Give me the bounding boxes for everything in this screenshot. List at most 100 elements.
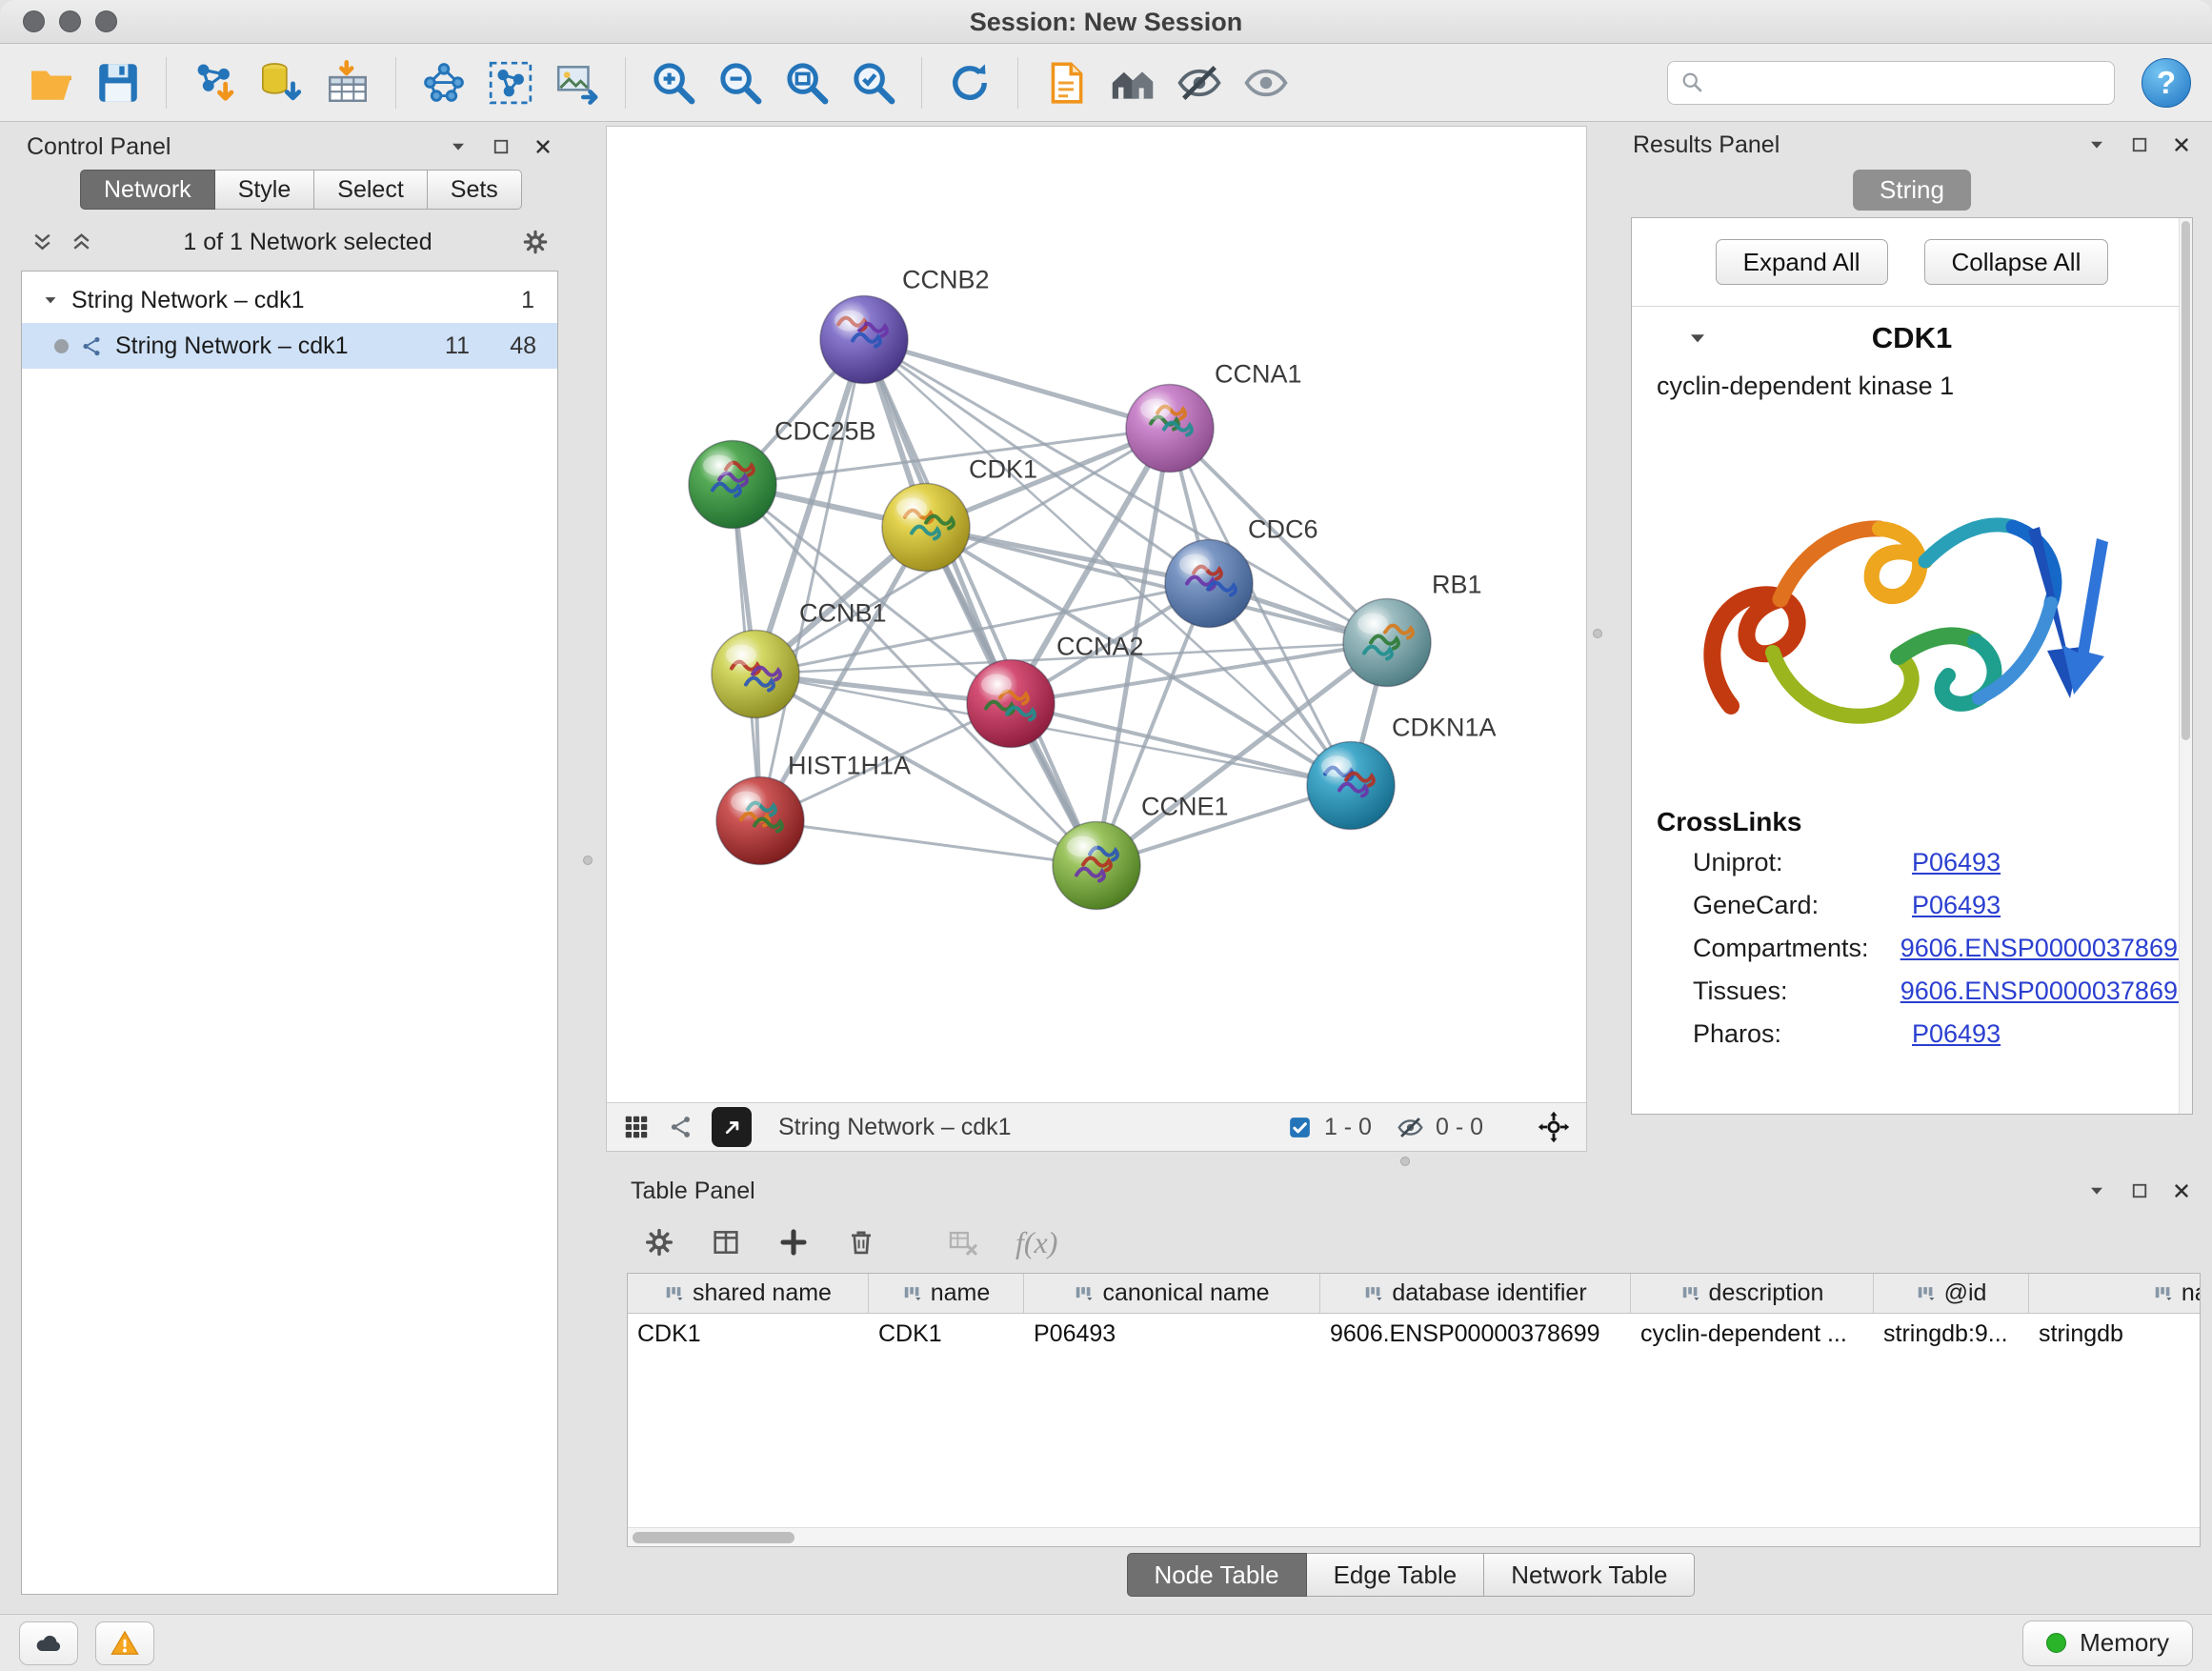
- selected-items-icon[interactable]: [1287, 1115, 1313, 1140]
- search-input[interactable]: [1715, 69, 2102, 96]
- collapse-gene-section-icon[interactable]: [1685, 326, 1710, 351]
- network-overview-icon[interactable]: [668, 1114, 694, 1140]
- expand-all-button[interactable]: Expand All: [1716, 239, 1888, 285]
- float-panel-icon[interactable]: [492, 137, 511, 156]
- node-label: CCNB2: [902, 266, 990, 294]
- delete-column-icon[interactable]: [846, 1227, 876, 1258]
- zoom-in-button[interactable]: [643, 52, 704, 113]
- tab-network[interactable]: Network: [80, 170, 215, 210]
- scrollbar-thumb[interactable]: [633, 1532, 794, 1543]
- help-button[interactable]: ?: [2142, 58, 2191, 108]
- network-collection-row[interactable]: String Network – cdk1 1: [22, 277, 557, 323]
- birdseye-grid-icon[interactable]: [622, 1113, 651, 1141]
- network-node-CDKN1A[interactable]: CDKN1A: [1307, 714, 1497, 830]
- export-network-image-button[interactable]: [547, 52, 608, 113]
- apply-layout-button[interactable]: [939, 52, 1000, 113]
- collapse-all-networks-icon[interactable]: [30, 231, 54, 254]
- string-document-button[interactable]: [1036, 52, 1096, 113]
- crosslink-uniprot-link[interactable]: P06493: [1912, 848, 2001, 877]
- collapse-all-button[interactable]: Collapse All: [1924, 239, 2109, 285]
- crosslink-tissues-link[interactable]: 9606.ENSP00000378699: [1900, 976, 2192, 1006]
- network-graph[interactable]: CCNB2CCNA1CDC25BCDK1CDC6RB1CCNB1CCNA2CDK…: [607, 127, 1586, 1102]
- column-header-shared-name[interactable]: shared name: [628, 1274, 869, 1313]
- tab-node-table[interactable]: Node Table: [1127, 1553, 1307, 1597]
- show-columns-icon[interactable]: [711, 1227, 741, 1258]
- expand-all-networks-icon[interactable]: [70, 231, 93, 254]
- panel-menu-icon[interactable]: [2086, 134, 2107, 155]
- zoom-out-button[interactable]: [710, 52, 771, 113]
- network-options-gear-icon[interactable]: [522, 229, 549, 255]
- apply-layout-icon: [946, 59, 994, 107]
- network-edge[interactable]: [760, 340, 864, 821]
- network-node-CCNA1[interactable]: CCNA1: [1126, 360, 1302, 473]
- close-panel-icon[interactable]: [2172, 135, 2191, 154]
- memory-button[interactable]: Memory: [2022, 1621, 2193, 1666]
- bottom-splitter-grip[interactable]: [1400, 1157, 1410, 1166]
- hidden-counts: 0 - 0: [1436, 1114, 1483, 1141]
- annotation-mode-button[interactable]: [712, 1107, 752, 1147]
- column-header-name[interactable]: name: [869, 1274, 1024, 1313]
- table-horizontal-scrollbar[interactable]: [628, 1527, 2200, 1546]
- network-edge[interactable]: [864, 340, 1170, 429]
- network-node-CCNB2[interactable]: CCNB2: [820, 266, 990, 384]
- string-tab-badge[interactable]: String: [1853, 170, 1971, 211]
- network-node-RB1[interactable]: RB1: [1343, 571, 1482, 687]
- import-table-from-file-button[interactable]: [317, 52, 378, 113]
- pan-mode-icon[interactable]: [1537, 1110, 1571, 1144]
- toolbar-separator: [625, 57, 626, 109]
- import-network-from-database-button[interactable]: [251, 52, 312, 113]
- collection-expander-icon[interactable]: [41, 291, 60, 310]
- network-edge[interactable]: [760, 821, 1096, 866]
- zoom-selected-region-button[interactable]: [843, 52, 904, 113]
- tab-sets[interactable]: Sets: [428, 170, 522, 210]
- crosslink-compartments-link[interactable]: 9606.ENSP00000378699: [1900, 934, 2192, 963]
- string-show-images-button[interactable]: [1236, 52, 1297, 113]
- create-column-icon[interactable]: [777, 1226, 810, 1258]
- tab-style[interactable]: Style: [215, 170, 315, 210]
- function-builder-button[interactable]: f(x): [1016, 1225, 1057, 1260]
- close-panel-icon[interactable]: [2172, 1181, 2191, 1200]
- string-home-button[interactable]: [1102, 52, 1163, 113]
- save-session-button[interactable]: [88, 52, 149, 113]
- crosslink-genecard-link[interactable]: P06493: [1912, 891, 2001, 920]
- column-header-description[interactable]: description: [1631, 1274, 1874, 1313]
- column-label: @id: [1944, 1279, 1987, 1307]
- cloud-status-button[interactable]: [19, 1621, 78, 1665]
- new-network-button[interactable]: [413, 52, 474, 113]
- network-node-HIST1H1A[interactable]: HIST1H1A: [716, 752, 911, 865]
- hidden-items-eye-icon[interactable]: [1397, 1114, 1424, 1141]
- float-panel-icon[interactable]: [2130, 1181, 2149, 1200]
- column-header-database-identifier[interactable]: database identifier: [1320, 1274, 1631, 1313]
- network-canvas[interactable]: CCNB2CCNA1CDC25BCDK1CDC6RB1CCNB1CCNA2CDK…: [607, 127, 1586, 1102]
- tab-select[interactable]: Select: [314, 170, 427, 210]
- network-from-selection-button[interactable]: [480, 52, 541, 113]
- control-panel-title: Control Panel: [27, 133, 171, 161]
- network-edge[interactable]: [864, 340, 1096, 866]
- close-panel-icon[interactable]: [533, 137, 553, 156]
- table-options-gear-icon[interactable]: [644, 1227, 674, 1258]
- panel-menu-icon[interactable]: [448, 136, 469, 157]
- open-session-button[interactable]: [21, 52, 82, 113]
- tab-edge-table[interactable]: Edge Table: [1307, 1553, 1485, 1597]
- table-row[interactable]: CDK1CDK1P064939606.ENSP00000378699cyclin…: [628, 1314, 2201, 1356]
- left-splitter-grip[interactable]: [583, 856, 593, 865]
- right-splitter-grip[interactable]: [1593, 629, 1602, 638]
- current-network-row[interactable]: String Network – cdk1 11 48: [22, 323, 557, 369]
- import-network-from-file-button[interactable]: [184, 52, 245, 113]
- zoom-fit-content-button[interactable]: [776, 52, 837, 113]
- tab-network-table[interactable]: Network Table: [1484, 1553, 1695, 1597]
- warnings-button[interactable]: [95, 1621, 154, 1665]
- column-header-canonical-name[interactable]: canonical name: [1024, 1274, 1320, 1313]
- results-scrollbar-thumb[interactable]: [2182, 221, 2190, 740]
- crosslink-pharos-link[interactable]: P06493: [1912, 1019, 2001, 1049]
- gene-section-header[interactable]: CDK1: [1632, 307, 2192, 370]
- column-header-namespace[interactable]: namespace: [2029, 1274, 2201, 1313]
- column-header--id[interactable]: @id: [1874, 1274, 2029, 1313]
- network-title: String Network – cdk1: [778, 1114, 1012, 1141]
- float-panel-icon[interactable]: [2130, 135, 2149, 154]
- toolbar-button-groups: [21, 52, 1297, 113]
- results-scrollbar[interactable]: [2179, 218, 2192, 1114]
- panel-menu-icon[interactable]: [2086, 1180, 2107, 1201]
- string-hide-images-button[interactable]: [1169, 52, 1230, 113]
- search-box[interactable]: [1667, 61, 2115, 105]
